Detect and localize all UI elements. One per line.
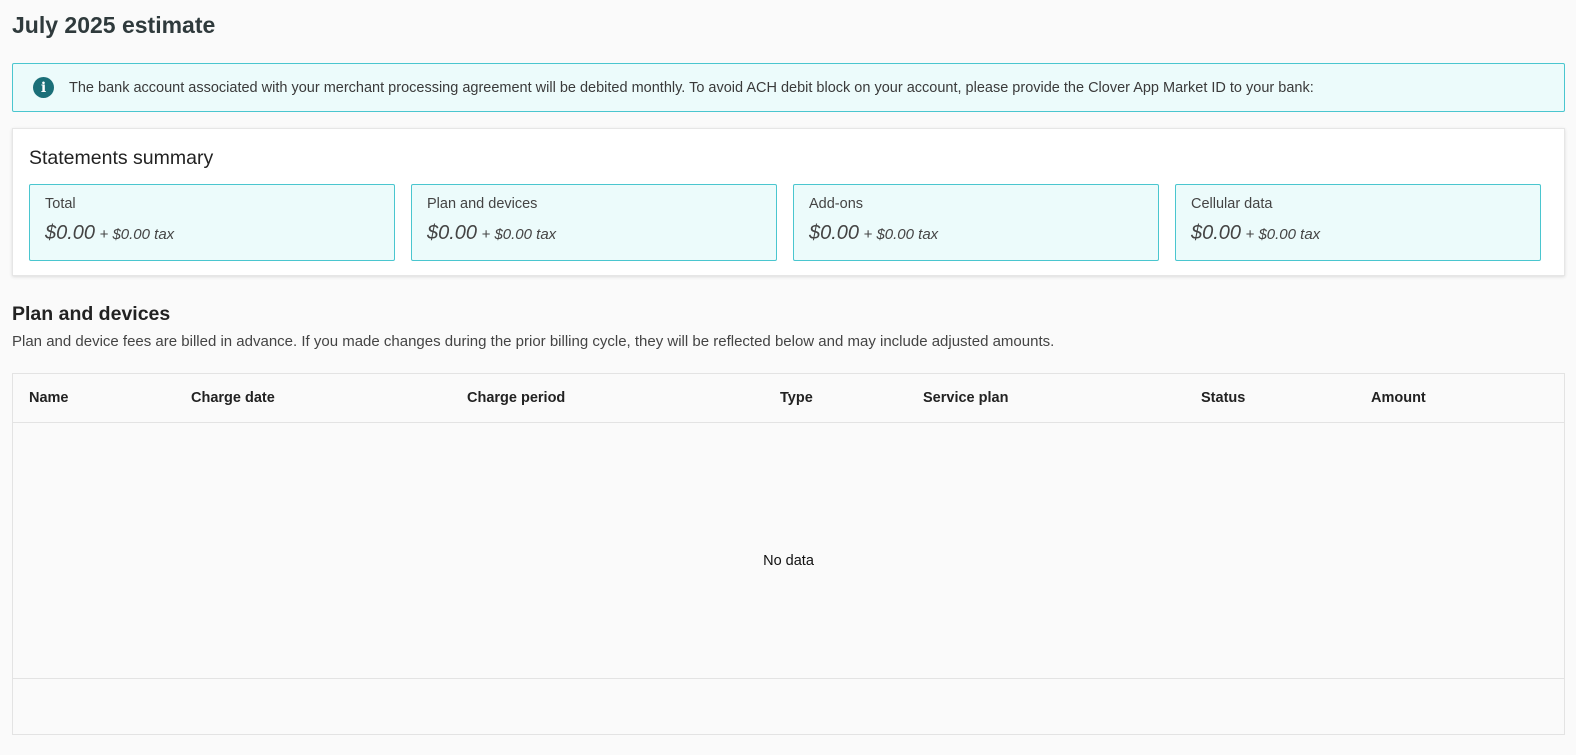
tile-value: $0.00 + $0.00 tax (45, 222, 379, 245)
page-title: July 2025 estimate (12, 12, 216, 38)
column-header-amount[interactable]: Amount (1371, 390, 1426, 406)
tile-value: $0.00 + $0.00 tax (1191, 222, 1525, 245)
statement-page: July 2025 estimate i The bank account as… (0, 0, 1576, 755)
table-header: Name Charge date Charge period Type Serv… (13, 374, 1564, 423)
summary-tile-add-ons: Add-ons $0.00 + $0.00 tax (793, 184, 1159, 261)
tile-value: $0.00 + $0.00 tax (809, 222, 1143, 245)
tile-amount: $0.00 (427, 222, 478, 244)
summary-tile-plan-and-devices: Plan and devices $0.00 + $0.00 tax (411, 184, 777, 261)
tile-label: Total (45, 196, 76, 212)
column-header-charge-period[interactable]: Charge period (467, 390, 565, 406)
summary-title: Statements summary (29, 147, 214, 169)
column-header-charge-date[interactable]: Charge date (191, 390, 275, 406)
summary-tile-cellular-data: Cellular data $0.00 + $0.00 tax (1175, 184, 1541, 261)
tile-label: Add-ons (809, 196, 864, 212)
column-header-name[interactable]: Name (29, 390, 69, 406)
summary-tiles: Total $0.00 + $0.00 tax Plan and devices… (29, 184, 1541, 261)
tile-amount: $0.00 (809, 222, 860, 244)
tile-tax: + $0.00 tax (99, 226, 175, 243)
plan-devices-title: Plan and devices (12, 303, 171, 325)
tile-amount: $0.00 (45, 222, 96, 244)
column-header-status[interactable]: Status (1201, 390, 1245, 406)
info-banner: i The bank account associated with your … (12, 63, 1565, 112)
column-header-service-plan[interactable]: Service plan (923, 390, 1008, 406)
info-icon: i (33, 77, 54, 98)
tile-label: Cellular data (1191, 196, 1273, 212)
plan-devices-description: Plan and device fees are billed in advan… (12, 333, 1055, 350)
tile-tax: + $0.00 tax (481, 226, 557, 243)
empty-state-text: No data (763, 553, 814, 569)
table-footer (13, 678, 1564, 735)
tile-tax: + $0.00 tax (863, 226, 939, 243)
statements-summary-card: Statements summary Total $0.00 + $0.00 t… (12, 128, 1565, 276)
tile-amount: $0.00 (1191, 222, 1242, 244)
tile-tax: + $0.00 tax (1245, 226, 1321, 243)
banner-text: The bank account associated with your me… (69, 79, 1314, 96)
summary-tile-total: Total $0.00 + $0.00 tax (29, 184, 395, 261)
tile-value: $0.00 + $0.00 tax (427, 222, 761, 245)
tile-label: Plan and devices (427, 196, 538, 212)
column-header-type[interactable]: Type (780, 390, 813, 406)
plan-devices-table: Name Charge date Charge period Type Serv… (12, 373, 1565, 735)
